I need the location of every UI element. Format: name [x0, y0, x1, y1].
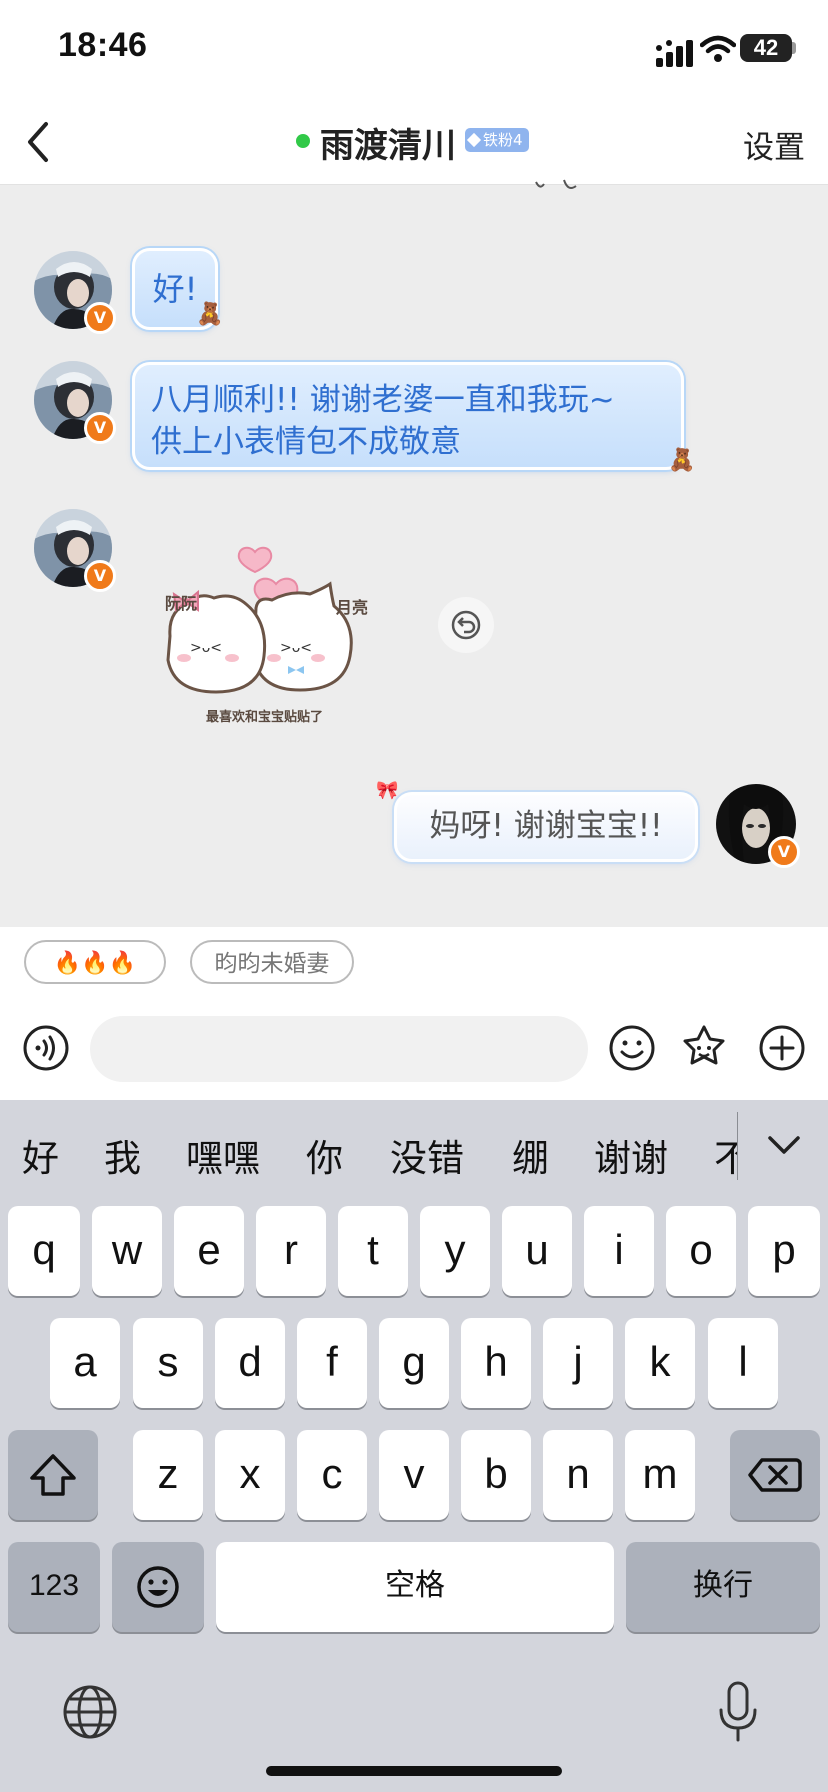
candidate-word[interactable]: 嘿嘿 [186, 1128, 260, 1182]
verified-badge: V [84, 560, 116, 592]
key-f[interactable]: f [297, 1318, 367, 1408]
backspace-icon [748, 1458, 802, 1492]
key-d[interactable]: d [215, 1318, 285, 1408]
collapse-candidates-icon[interactable] [764, 1128, 804, 1162]
key-y[interactable]: y [420, 1206, 490, 1296]
sticker-caption: 最喜欢和宝宝贴贴了 [206, 710, 324, 725]
key-h[interactable]: h [461, 1318, 531, 1408]
sticker-label-right: 月亮 [336, 598, 369, 617]
message-input[interactable] [90, 1016, 588, 1082]
settings-button[interactable]: 设置 [743, 122, 805, 167]
diamond-icon [466, 132, 482, 148]
fan-level-badge: 铁粉4 [465, 128, 529, 152]
battery-cap [792, 42, 796, 54]
message-bubble[interactable]: 妈呀! 谢谢宝宝!! [394, 792, 698, 862]
key-j[interactable]: j [543, 1318, 613, 1408]
numbers-key[interactable]: 123 [8, 1542, 100, 1632]
sticker-fragment [535, 179, 577, 189]
sticker-label-left: 阮阮 [165, 594, 198, 613]
home-indicator [266, 1766, 562, 1776]
key-r[interactable]: r [256, 1206, 326, 1296]
bear-decoration-icon: 🧸 [668, 448, 696, 473]
candidate-word[interactable]: 好 [22, 1128, 59, 1182]
key-w[interactable]: w [92, 1206, 162, 1296]
key-p[interactable]: p [748, 1206, 820, 1296]
key-n[interactable]: n [543, 1430, 613, 1520]
candidate-word[interactable]: 你 [306, 1128, 343, 1182]
message-text-line: 供上小表情包不成敬意 [151, 424, 461, 460]
key-a[interactable]: a [50, 1318, 120, 1408]
online-status-dot [296, 134, 310, 148]
shift-arrow-icon [30, 1454, 76, 1496]
status-time: 18:46 [58, 26, 148, 64]
key-v[interactable]: v [379, 1430, 449, 1520]
message-bubble[interactable]: 八月顺利!! 谢谢老婆一直和我玩~ 供上小表情包不成敬意 [132, 362, 684, 470]
emoji-icon[interactable] [608, 1024, 656, 1072]
battery-level: 42 [740, 34, 792, 62]
key-i[interactable]: i [584, 1206, 654, 1296]
space-key[interactable]: 空格 [216, 1542, 614, 1632]
key-l[interactable]: l [708, 1318, 778, 1408]
key-k[interactable]: k [625, 1318, 695, 1408]
candidate-word[interactable]: 谢谢 [594, 1128, 668, 1182]
key-e[interactable]: e [174, 1206, 244, 1296]
candidate-word[interactable]: 绷 [512, 1128, 549, 1182]
verified-badge: V [768, 836, 800, 868]
svg-text:>ᴗ<: >ᴗ< [280, 640, 312, 656]
emoji-face-icon [137, 1566, 179, 1608]
key-g[interactable]: g [379, 1318, 449, 1408]
key-q[interactable]: q [8, 1206, 80, 1296]
key-z[interactable]: z [133, 1430, 203, 1520]
voice-input-icon[interactable] [22, 1024, 70, 1072]
key-x[interactable]: x [215, 1430, 285, 1520]
key-m[interactable]: m [625, 1430, 695, 1520]
key-b[interactable]: b [461, 1430, 531, 1520]
globe-icon[interactable] [62, 1684, 118, 1740]
key-u[interactable]: u [502, 1206, 572, 1296]
chat-title: 雨渡清川 [320, 126, 456, 166]
delete-key[interactable] [730, 1430, 820, 1520]
undo-reply-icon [451, 610, 481, 640]
return-key[interactable]: 换行 [626, 1542, 820, 1632]
verified-badge: V [84, 412, 116, 444]
sticker-icon[interactable] [680, 1024, 728, 1072]
key-c[interactable]: c [297, 1430, 367, 1520]
message-text-line: 八月顺利!! 谢谢老婆一直和我玩~ [151, 382, 615, 418]
candidate-word[interactable]: 没错 [390, 1128, 464, 1182]
key-t[interactable]: t [338, 1206, 408, 1296]
emoji-keyboard-key[interactable] [112, 1542, 204, 1632]
candidate-word[interactable]: 不 [714, 1128, 738, 1182]
candidate-word[interactable]: 我 [104, 1128, 141, 1182]
key-s[interactable]: s [133, 1318, 203, 1408]
cellular-signal-icon [656, 40, 693, 67]
add-more-icon[interactable] [758, 1024, 806, 1072]
svg-text:>ᴗ<: >ᴗ< [190, 640, 222, 656]
wifi-icon [700, 35, 736, 62]
bow-decoration-icon: 🎀 [376, 780, 399, 801]
verified-badge: V [84, 302, 116, 334]
back-button[interactable] [20, 118, 60, 166]
quick-reply-chip[interactable]: 🔥🔥🔥 [24, 940, 166, 984]
shift-key[interactable] [8, 1430, 98, 1520]
microphone-icon[interactable] [714, 1680, 762, 1744]
hugging-cats-sticker[interactable]: >ᴗ< >ᴗ< [160, 540, 400, 726]
key-o[interactable]: o [666, 1206, 736, 1296]
bear-decoration-icon: 🧸 [196, 302, 224, 327]
quick-reply-chip[interactable]: 昀昀未婚妻 [190, 940, 354, 984]
reply-button[interactable] [438, 597, 494, 653]
fan-level-label: 铁粉4 [483, 131, 523, 149]
candidate-divider [737, 1112, 738, 1180]
